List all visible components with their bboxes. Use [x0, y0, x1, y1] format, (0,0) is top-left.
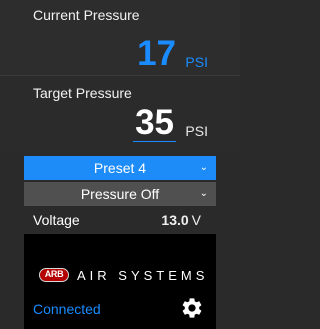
mode-select[interactable]: Pressure Off ⌄ — [24, 182, 216, 206]
current-pressure-label: Current Pressure — [33, 7, 140, 23]
voltage-label: Voltage — [33, 212, 80, 228]
connection-status: Connected — [33, 301, 101, 317]
target-pressure-section: Target Pressure 35 PSI — [0, 77, 240, 153]
current-pressure-unit: PSI — [185, 54, 208, 70]
current-pressure-section: Current Pressure 17 PSI — [0, 0, 240, 76]
footer-panel: ARB AIR SYSTEMS Connected — [24, 234, 216, 329]
voltage-value: 13.0 — [161, 212, 189, 228]
preset-select-value: Preset 4 — [93, 160, 147, 176]
preset-select[interactable]: Preset 4 ⌄ — [24, 156, 216, 180]
brand-name: AIR SYSTEMS — [77, 268, 209, 283]
voltage-value-group: 13.0 V — [161, 212, 201, 228]
target-pressure-label: Target Pressure — [33, 85, 132, 101]
chevron-down-icon: ⌄ — [199, 188, 208, 199]
target-pressure-input[interactable]: 35 — [133, 105, 176, 142]
chevron-down-icon: ⌄ — [199, 162, 208, 173]
voltage-unit: V — [191, 212, 201, 228]
current-pressure-value: 17 — [137, 34, 176, 73]
brand-logo: ARB AIR SYSTEMS — [39, 267, 209, 285]
arb-logo: ARB — [39, 268, 69, 282]
voltage-row: Voltage 13.0 V — [24, 210, 216, 232]
target-pressure-unit: PSI — [185, 123, 208, 139]
mode-select-value: Pressure Off — [80, 186, 160, 202]
gear-icon[interactable] — [180, 296, 204, 320]
